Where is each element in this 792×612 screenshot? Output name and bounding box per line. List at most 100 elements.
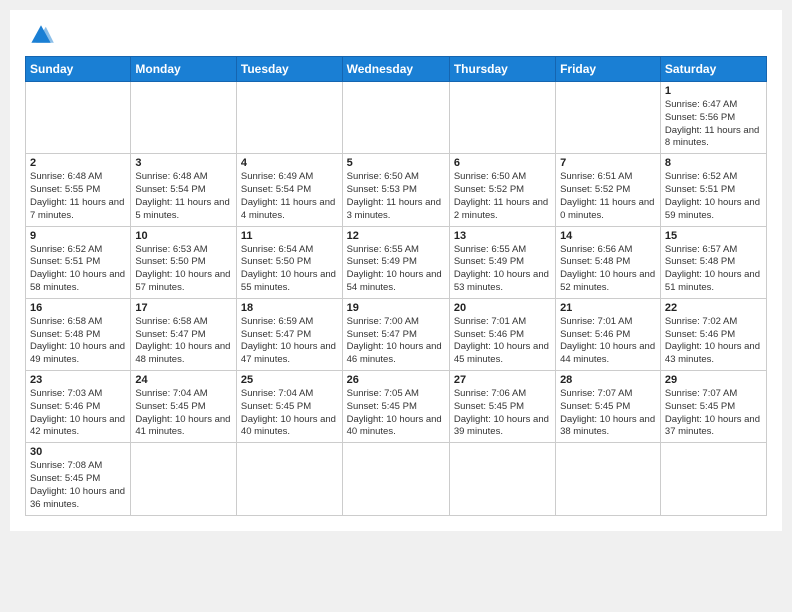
day-info: Sunrise: 7:01 AM Sunset: 5:46 PM Dayligh… xyxy=(560,316,656,367)
day-number: 24 xyxy=(135,374,232,386)
day-number: 26 xyxy=(347,374,445,386)
day-info: Sunrise: 7:04 AM Sunset: 5:45 PM Dayligh… xyxy=(135,388,232,439)
day-number: 14 xyxy=(560,230,656,242)
day-of-week-header: Sunday xyxy=(26,57,131,82)
calendar-cell: 21 Sunrise: 7:01 AM Sunset: 5:46 PM Dayli… xyxy=(556,298,661,370)
day-number: 16 xyxy=(30,302,126,314)
calendar-cell: 25Sunrise: 7:04 AM Sunset: 5:45 PM Dayli… xyxy=(236,371,342,443)
calendar-cell: 12 Sunrise: 6:55 AM Sunset: 5:49 PM Dayli… xyxy=(342,226,449,298)
day-info: Sunrise: 6:58 AM Sunset: 5:47 PM Dayligh… xyxy=(135,316,232,367)
day-info: Sunrise: 6:50 AM Sunset: 5:52 PM Dayligh… xyxy=(454,171,551,222)
day-of-week-header: Monday xyxy=(131,57,237,82)
calendar-cell: 17Sunrise: 6:58 AM Sunset: 5:47 PM Dayli… xyxy=(131,298,237,370)
week-row: 30 Sunrise: 7:08 AM Sunset: 5:45 PM Dayli… xyxy=(26,443,767,515)
calendar-cell xyxy=(660,443,766,515)
day-info: Sunrise: 6:52 AM Sunset: 5:51 PM Dayligh… xyxy=(665,171,762,222)
day-number: 4 xyxy=(241,157,338,169)
calendar-cell xyxy=(342,443,449,515)
calendar-cell xyxy=(556,443,661,515)
day-number: 29 xyxy=(665,374,762,386)
day-number: 12 xyxy=(347,230,445,242)
logo-icon xyxy=(25,20,57,48)
calendar-cell xyxy=(449,443,555,515)
calendar-cell: 2 Sunrise: 6:48 AM Sunset: 5:55 PM Daylig… xyxy=(26,154,131,226)
calendar-cell xyxy=(236,443,342,515)
day-info: Sunrise: 6:54 AM Sunset: 5:50 PM Dayligh… xyxy=(241,244,338,295)
day-info: Sunrise: 7:07 AM Sunset: 5:45 PM Dayligh… xyxy=(560,388,656,439)
day-number: 25 xyxy=(241,374,338,386)
day-number: 8 xyxy=(665,157,762,169)
calendar-cell: 13Sunrise: 6:55 AM Sunset: 5:49 PM Dayli… xyxy=(449,226,555,298)
day-number: 18 xyxy=(241,302,338,314)
day-info: Sunrise: 6:48 AM Sunset: 5:54 PM Dayligh… xyxy=(135,171,232,222)
day-info: Sunrise: 6:50 AM Sunset: 5:53 PM Dayligh… xyxy=(347,171,445,222)
day-number: 15 xyxy=(665,230,762,242)
calendar-cell: 24 Sunrise: 7:04 AM Sunset: 5:45 PM Dayli… xyxy=(131,371,237,443)
day-info: Sunrise: 7:01 AM Sunset: 5:46 PM Dayligh… xyxy=(454,316,551,367)
day-number: 21 xyxy=(560,302,656,314)
week-row: 9 Sunrise: 6:52 AM Sunset: 5:51 PM Daylig… xyxy=(26,226,767,298)
calendar-cell xyxy=(556,82,661,154)
day-number: 2 xyxy=(30,157,126,169)
day-number: 6 xyxy=(454,157,551,169)
day-info: Sunrise: 7:05 AM Sunset: 5:45 PM Dayligh… xyxy=(347,388,445,439)
day-number: 30 xyxy=(30,446,126,458)
calendar-cell: 28 Sunrise: 7:07 AM Sunset: 5:45 PM Dayli… xyxy=(556,371,661,443)
day-of-week-header: Thursday xyxy=(449,57,555,82)
day-info: Sunrise: 7:08 AM Sunset: 5:45 PM Dayligh… xyxy=(30,460,126,511)
day-of-week-header: Friday xyxy=(556,57,661,82)
calendar-cell: 23Sunrise: 7:03 AM Sunset: 5:46 PM Dayli… xyxy=(26,371,131,443)
day-number: 3 xyxy=(135,157,232,169)
day-of-week-header: Tuesday xyxy=(236,57,342,82)
calendar-cell: 3 Sunrise: 6:48 AM Sunset: 5:54 PM Daylig… xyxy=(131,154,237,226)
calendar-cell: 8 Sunrise: 6:52 AM Sunset: 5:51 PM Daylig… xyxy=(660,154,766,226)
calendar-cell: 18 Sunrise: 6:59 AM Sunset: 5:47 PM Dayli… xyxy=(236,298,342,370)
day-info: Sunrise: 6:52 AM Sunset: 5:51 PM Dayligh… xyxy=(30,244,126,295)
calendar-cell xyxy=(26,82,131,154)
calendar-cell: 16 Sunrise: 6:58 AM Sunset: 5:48 PM Dayli… xyxy=(26,298,131,370)
day-number: 9 xyxy=(30,230,126,242)
days-of-week-row: SundayMondayTuesdayWednesdayThursdayFrid… xyxy=(26,57,767,82)
day-info: Sunrise: 7:07 AM Sunset: 5:45 PM Dayligh… xyxy=(665,388,762,439)
calendar-cell: 26 Sunrise: 7:05 AM Sunset: 5:45 PM Dayli… xyxy=(342,371,449,443)
day-of-week-header: Saturday xyxy=(660,57,766,82)
calendar-table: SundayMondayTuesdayWednesdayThursdayFrid… xyxy=(25,56,767,516)
day-of-week-header: Wednesday xyxy=(342,57,449,82)
day-info: Sunrise: 6:48 AM Sunset: 5:55 PM Dayligh… xyxy=(30,171,126,222)
day-number: 7 xyxy=(560,157,656,169)
day-info: Sunrise: 7:00 AM Sunset: 5:47 PM Dayligh… xyxy=(347,316,445,367)
day-info: Sunrise: 6:55 AM Sunset: 5:49 PM Dayligh… xyxy=(347,244,445,295)
day-info: Sunrise: 6:53 AM Sunset: 5:50 PM Dayligh… xyxy=(135,244,232,295)
day-number: 5 xyxy=(347,157,445,169)
day-info: Sunrise: 6:47 AM Sunset: 5:56 PM Dayligh… xyxy=(665,99,762,150)
calendar-cell: 22Sunrise: 7:02 AM Sunset: 5:46 PM Dayli… xyxy=(660,298,766,370)
day-number: 22 xyxy=(665,302,762,314)
calendar-cell: 5 Sunrise: 6:50 AM Sunset: 5:53 PM Daylig… xyxy=(342,154,449,226)
calendar-cell: 7Sunrise: 6:51 AM Sunset: 5:52 PM Daylig… xyxy=(556,154,661,226)
day-number: 23 xyxy=(30,374,126,386)
day-info: Sunrise: 6:57 AM Sunset: 5:48 PM Dayligh… xyxy=(665,244,762,295)
calendar-body: 1 Sunrise: 6:47 AM Sunset: 5:56 PM Daylig… xyxy=(26,82,767,516)
day-info: Sunrise: 6:59 AM Sunset: 5:47 PM Dayligh… xyxy=(241,316,338,367)
week-row: 2 Sunrise: 6:48 AM Sunset: 5:55 PM Daylig… xyxy=(26,154,767,226)
day-info: Sunrise: 6:58 AM Sunset: 5:48 PM Dayligh… xyxy=(30,316,126,367)
day-number: 13 xyxy=(454,230,551,242)
day-info: Sunrise: 7:06 AM Sunset: 5:45 PM Dayligh… xyxy=(454,388,551,439)
day-number: 28 xyxy=(560,374,656,386)
calendar-cell: 20 Sunrise: 7:01 AM Sunset: 5:46 PM Dayli… xyxy=(449,298,555,370)
day-number: 27 xyxy=(454,374,551,386)
day-number: 10 xyxy=(135,230,232,242)
day-number: 1 xyxy=(665,85,762,97)
week-row: 23Sunrise: 7:03 AM Sunset: 5:46 PM Dayli… xyxy=(26,371,767,443)
day-info: Sunrise: 6:56 AM Sunset: 5:48 PM Dayligh… xyxy=(560,244,656,295)
day-number: 11 xyxy=(241,230,338,242)
calendar-cell: 19 Sunrise: 7:00 AM Sunset: 5:47 PM Dayli… xyxy=(342,298,449,370)
calendar-cell xyxy=(236,82,342,154)
logo xyxy=(25,20,61,48)
day-number: 19 xyxy=(347,302,445,314)
calendar-cell xyxy=(131,82,237,154)
day-number: 20 xyxy=(454,302,551,314)
calendar-cell xyxy=(131,443,237,515)
week-row: 1 Sunrise: 6:47 AM Sunset: 5:56 PM Daylig… xyxy=(26,82,767,154)
calendar-cell: 15 Sunrise: 6:57 AM Sunset: 5:48 PM Dayli… xyxy=(660,226,766,298)
